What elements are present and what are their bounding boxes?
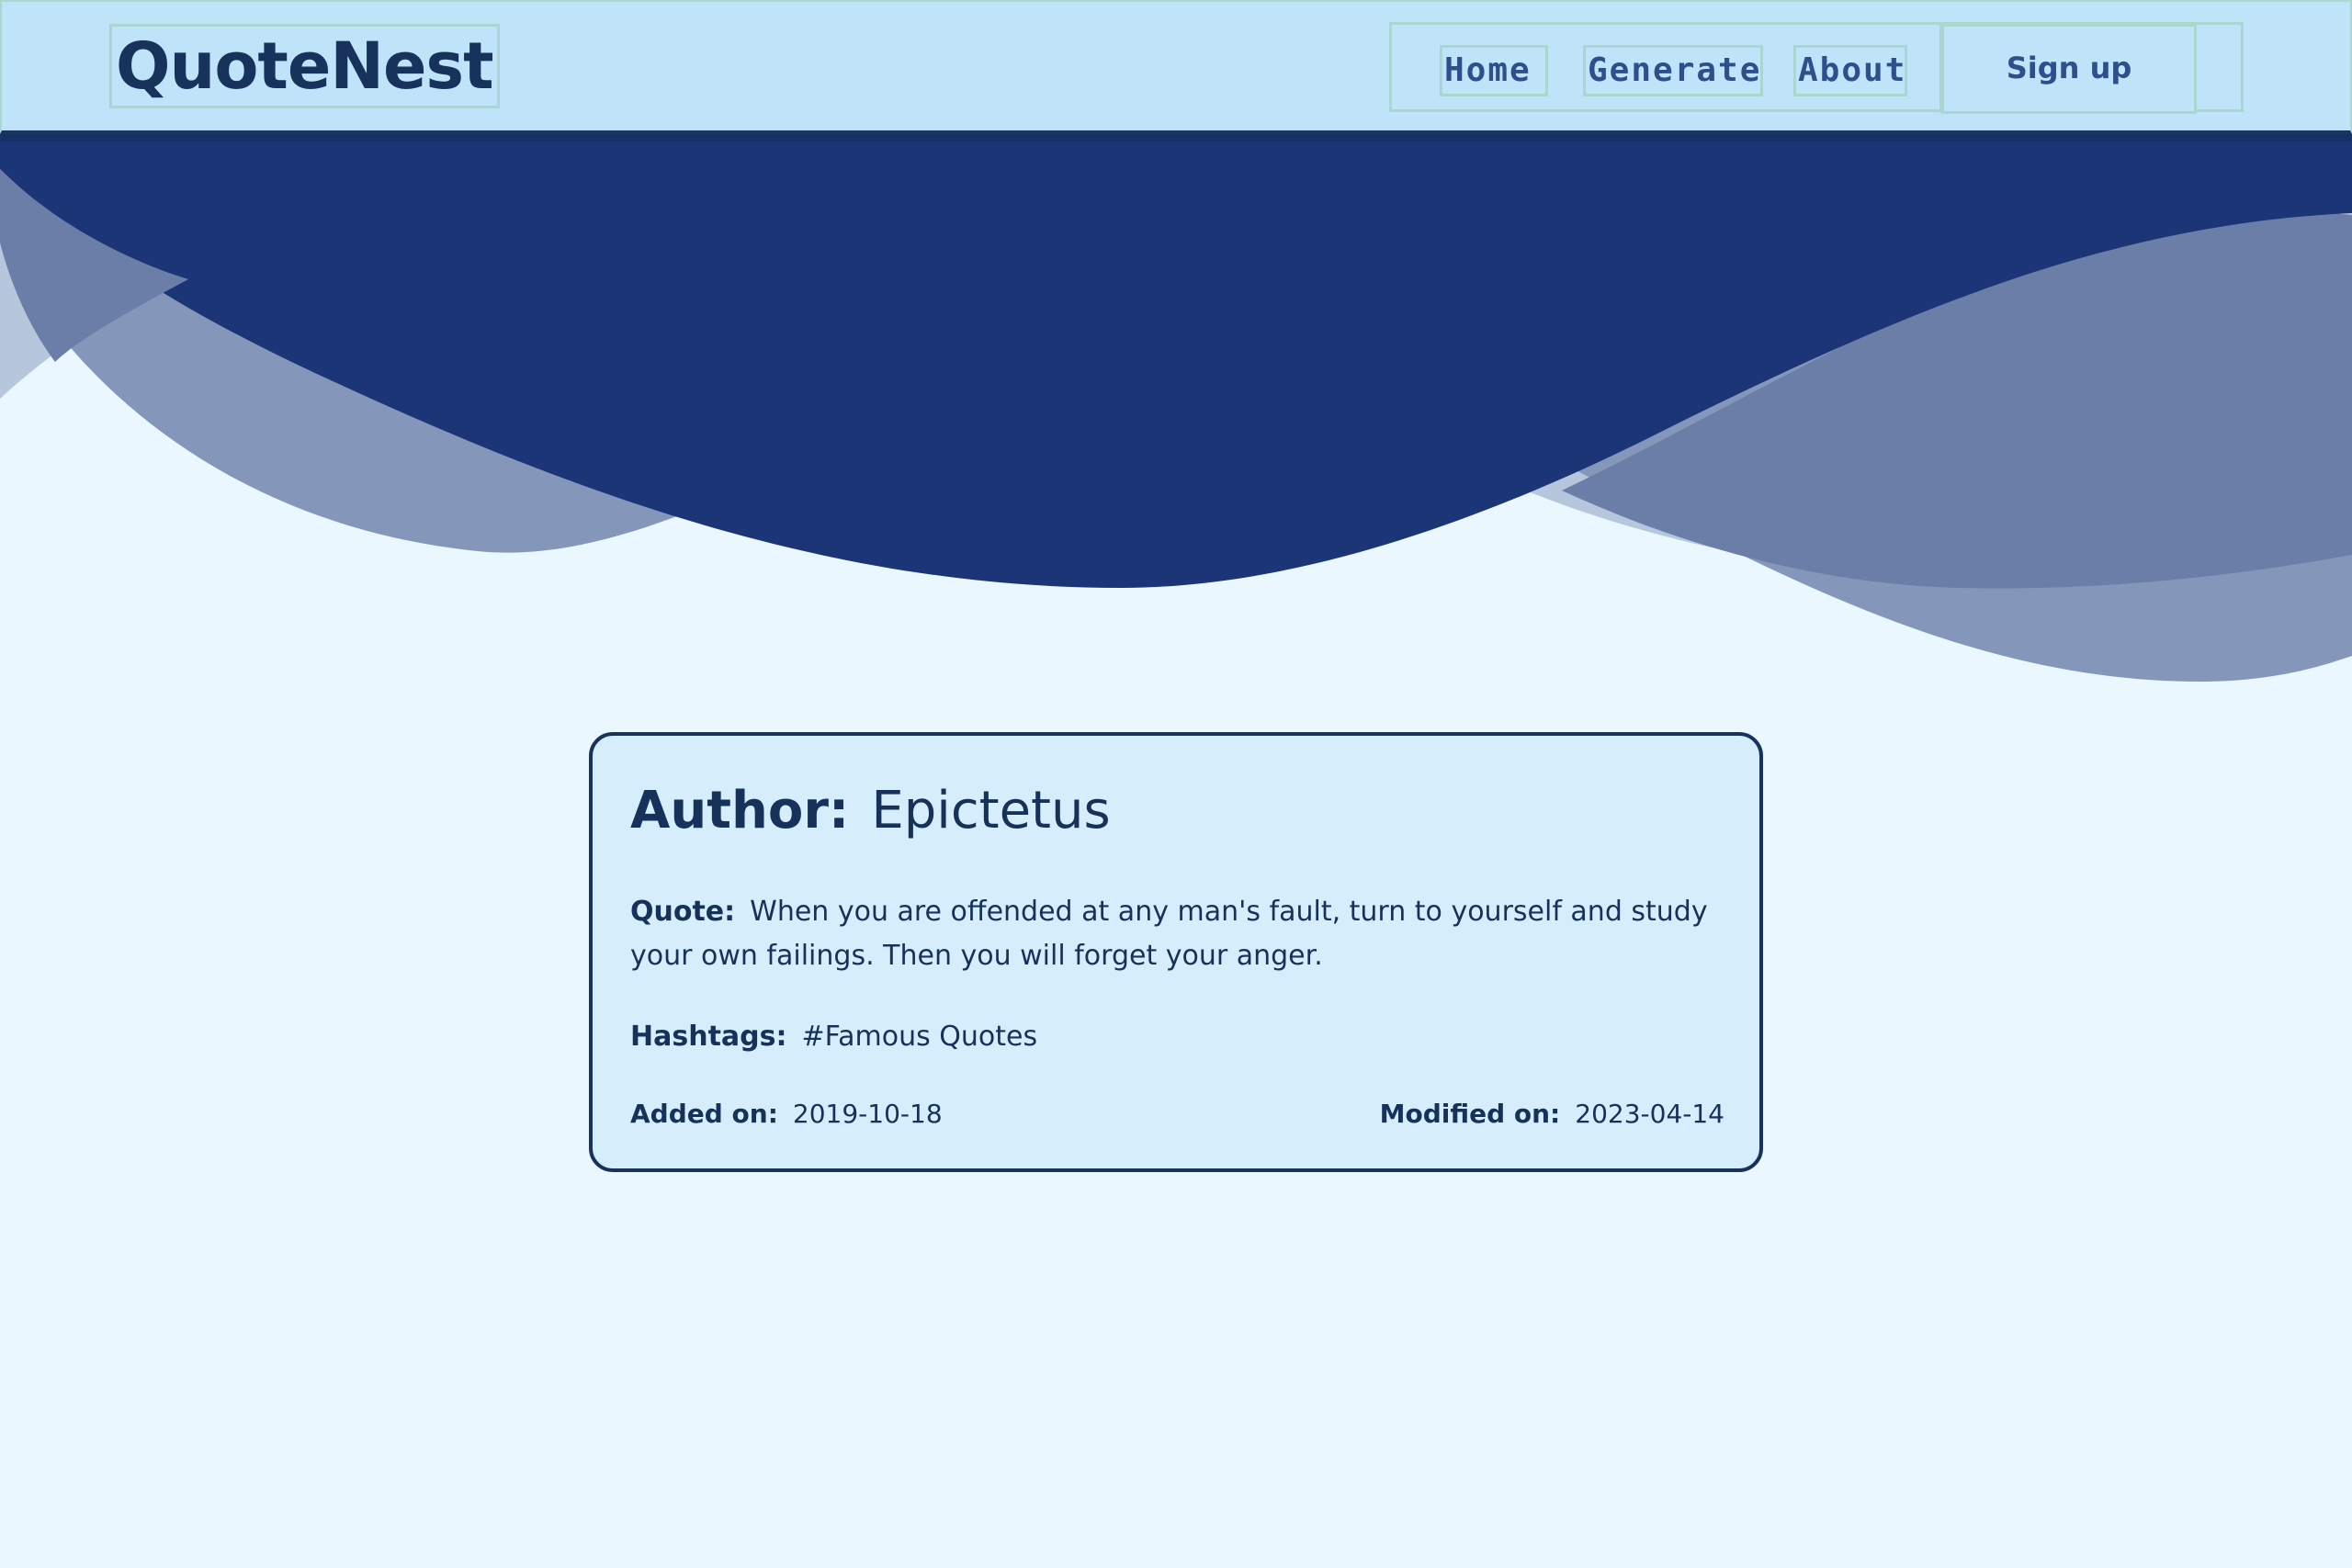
hashtags-label: Hashtags: — [630, 1021, 787, 1053]
logo[interactable]: QuoteNest — [109, 24, 500, 108]
added-on-label: Added on: — [630, 1099, 778, 1129]
author-name: Epictetus — [871, 781, 1111, 840]
hashtags-line: Hashtags: #Famous Quotes — [630, 1015, 1037, 1059]
modified-on-label: Modified on: — [1379, 1099, 1561, 1129]
nav-link-generate[interactable]: Generate — [1583, 45, 1763, 96]
signup-button[interactable]: Sign up — [1941, 24, 2197, 114]
quote-text: When you are offended at any man's fault… — [630, 896, 1708, 972]
navbar: QuoteNest Home Generate About Sign up — [0, 0, 2352, 134]
nav-link-about[interactable]: About — [1793, 45, 1907, 96]
nav-link-home[interactable]: Home — [1440, 45, 1548, 96]
added-on: Added on: 2019-10-18 — [630, 1094, 943, 1134]
hero-waves — [0, 141, 2352, 682]
page: QuoteNest Home Generate About Sign up Au… — [0, 0, 2352, 1568]
author-line: Author: Epictetus — [630, 780, 1111, 842]
quote-card: Author: Epictetus Quote: When you are offe… — [589, 732, 1763, 1172]
modified-on: Modified on: 2023-04-14 — [1380, 1094, 1724, 1134]
added-on-date: 2019-10-18 — [792, 1099, 943, 1129]
author-label: Author: — [630, 781, 850, 840]
hashtags-value: #Famous Quotes — [801, 1021, 1038, 1053]
nav-links: Home Generate About Sign up — [1389, 22, 2244, 114]
quote-line: Quote: When you are offended at any man's… — [630, 890, 1724, 978]
modified-on-date: 2023-04-14 — [1575, 1099, 1724, 1129]
quote-label: Quote: — [630, 896, 736, 928]
